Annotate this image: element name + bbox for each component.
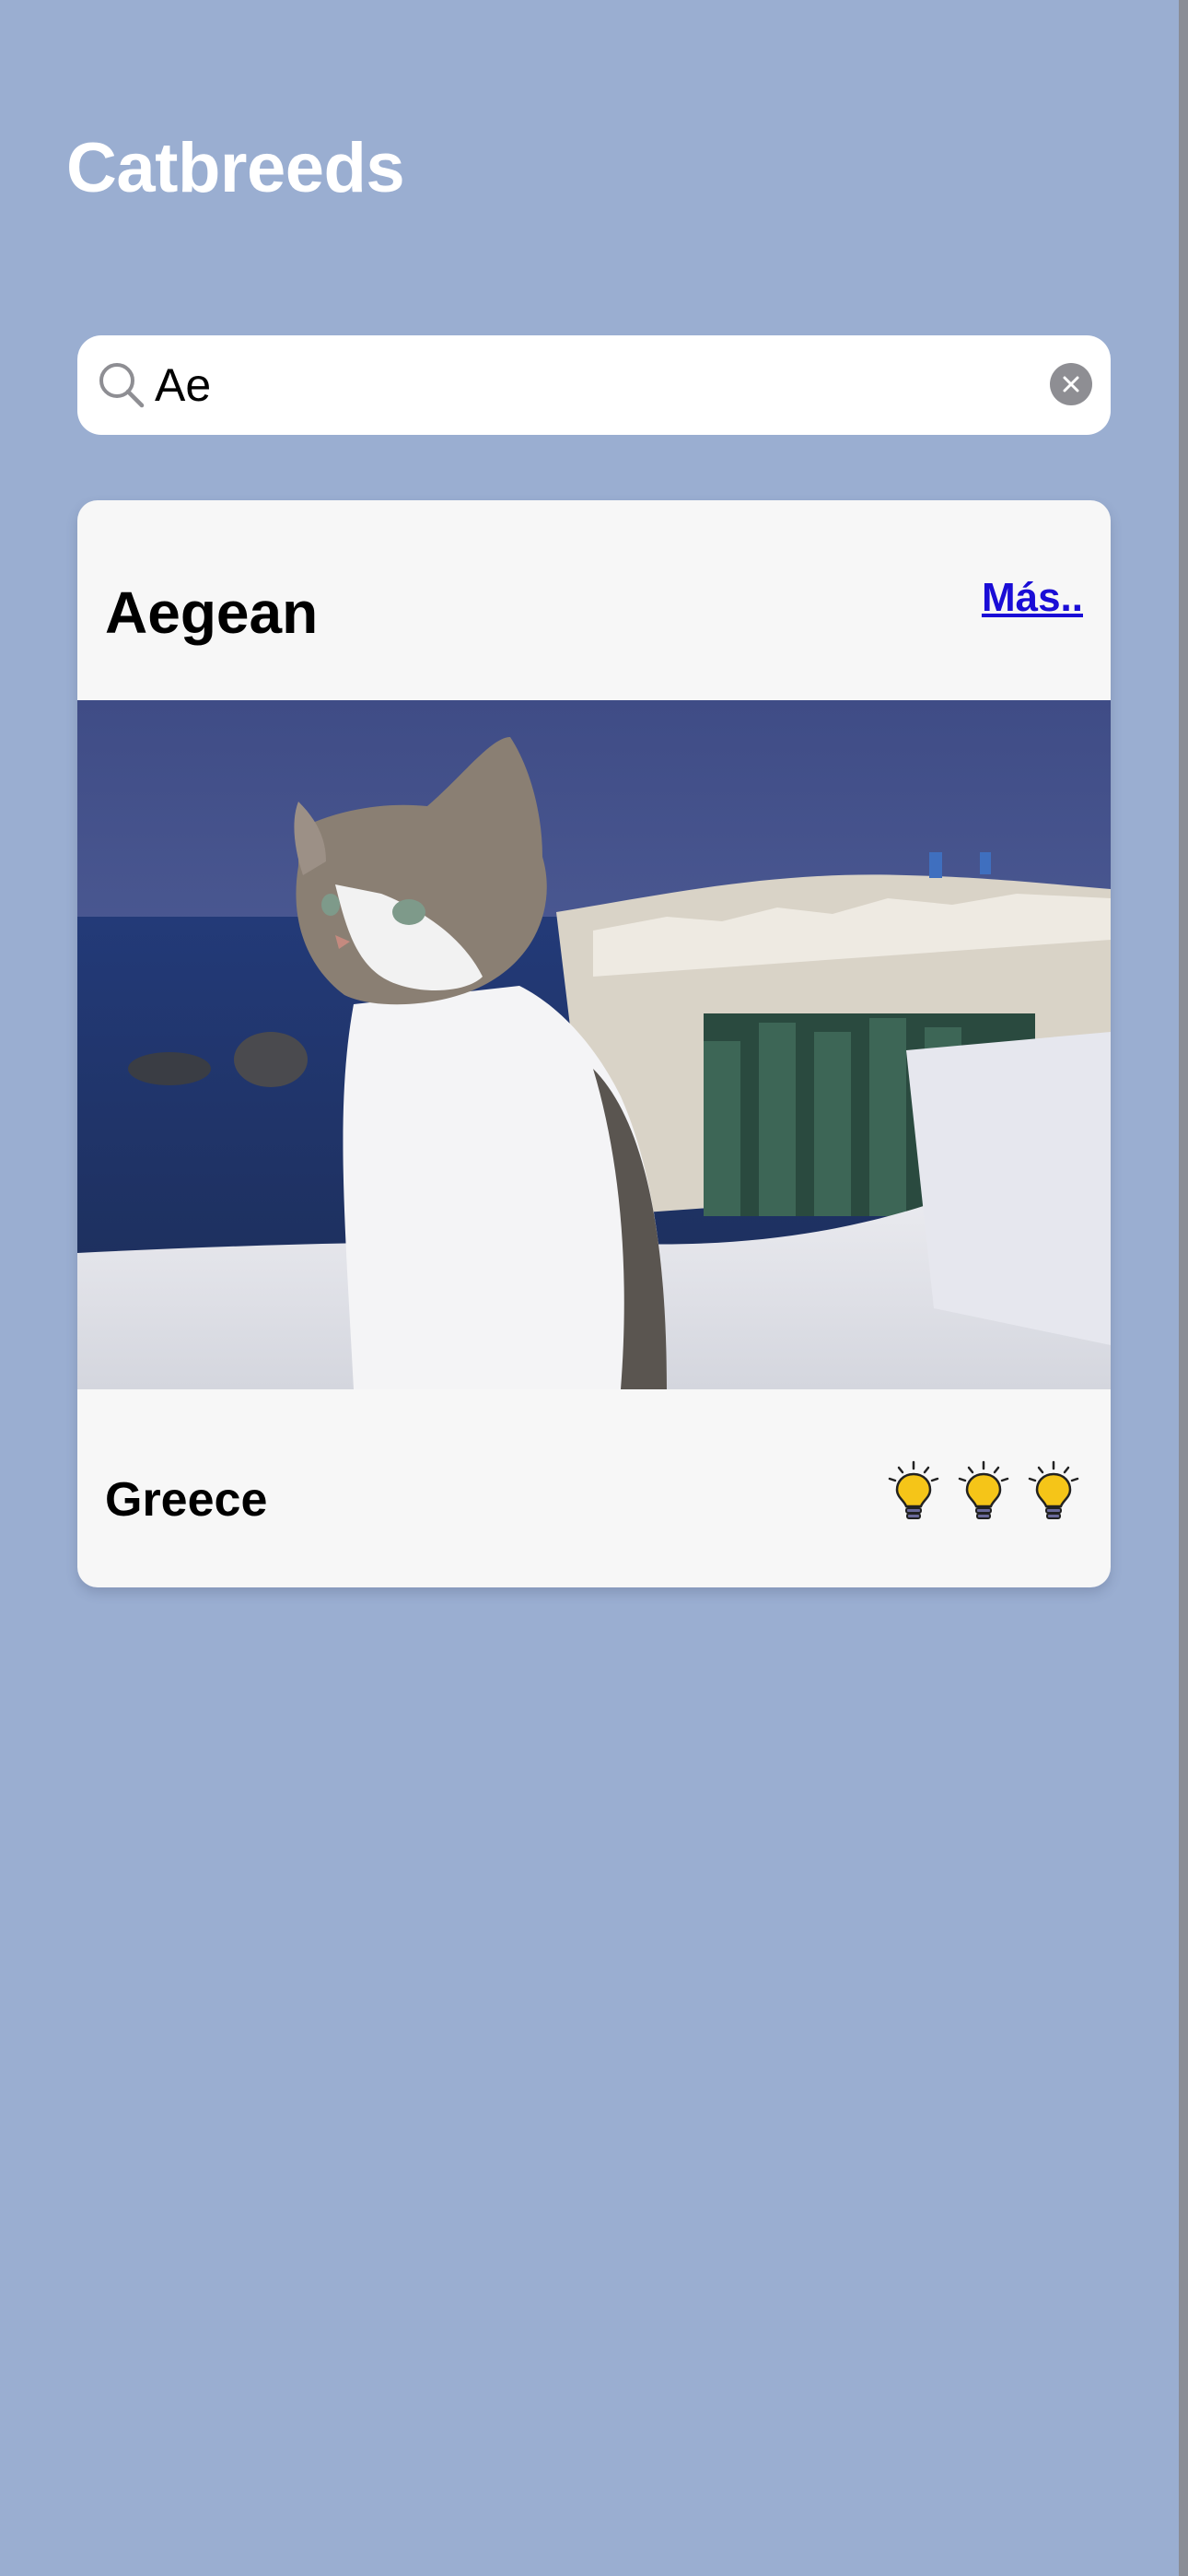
scroll-indicator[interactable] xyxy=(1179,0,1188,2576)
app-title: Catbreeds xyxy=(66,129,405,207)
search-input[interactable] xyxy=(155,350,1020,420)
breed-card[interactable]: Aegean Más.. Greece xyxy=(77,500,1111,1587)
breed-origin: Greece xyxy=(105,1473,268,1527)
rating-bulbs xyxy=(884,1460,1083,1523)
close-icon xyxy=(1063,376,1079,392)
clear-search-button[interactable] xyxy=(1050,363,1092,405)
lightbulb-icon xyxy=(888,1460,939,1519)
breed-name: Aegean xyxy=(105,580,319,646)
search-icon xyxy=(94,359,149,415)
more-link[interactable]: Más.. xyxy=(982,574,1083,622)
breed-photo xyxy=(77,700,1111,1389)
lightbulb-icon xyxy=(1028,1460,1079,1519)
lightbulb-icon xyxy=(958,1460,1009,1519)
search-bar[interactable] xyxy=(77,335,1111,435)
